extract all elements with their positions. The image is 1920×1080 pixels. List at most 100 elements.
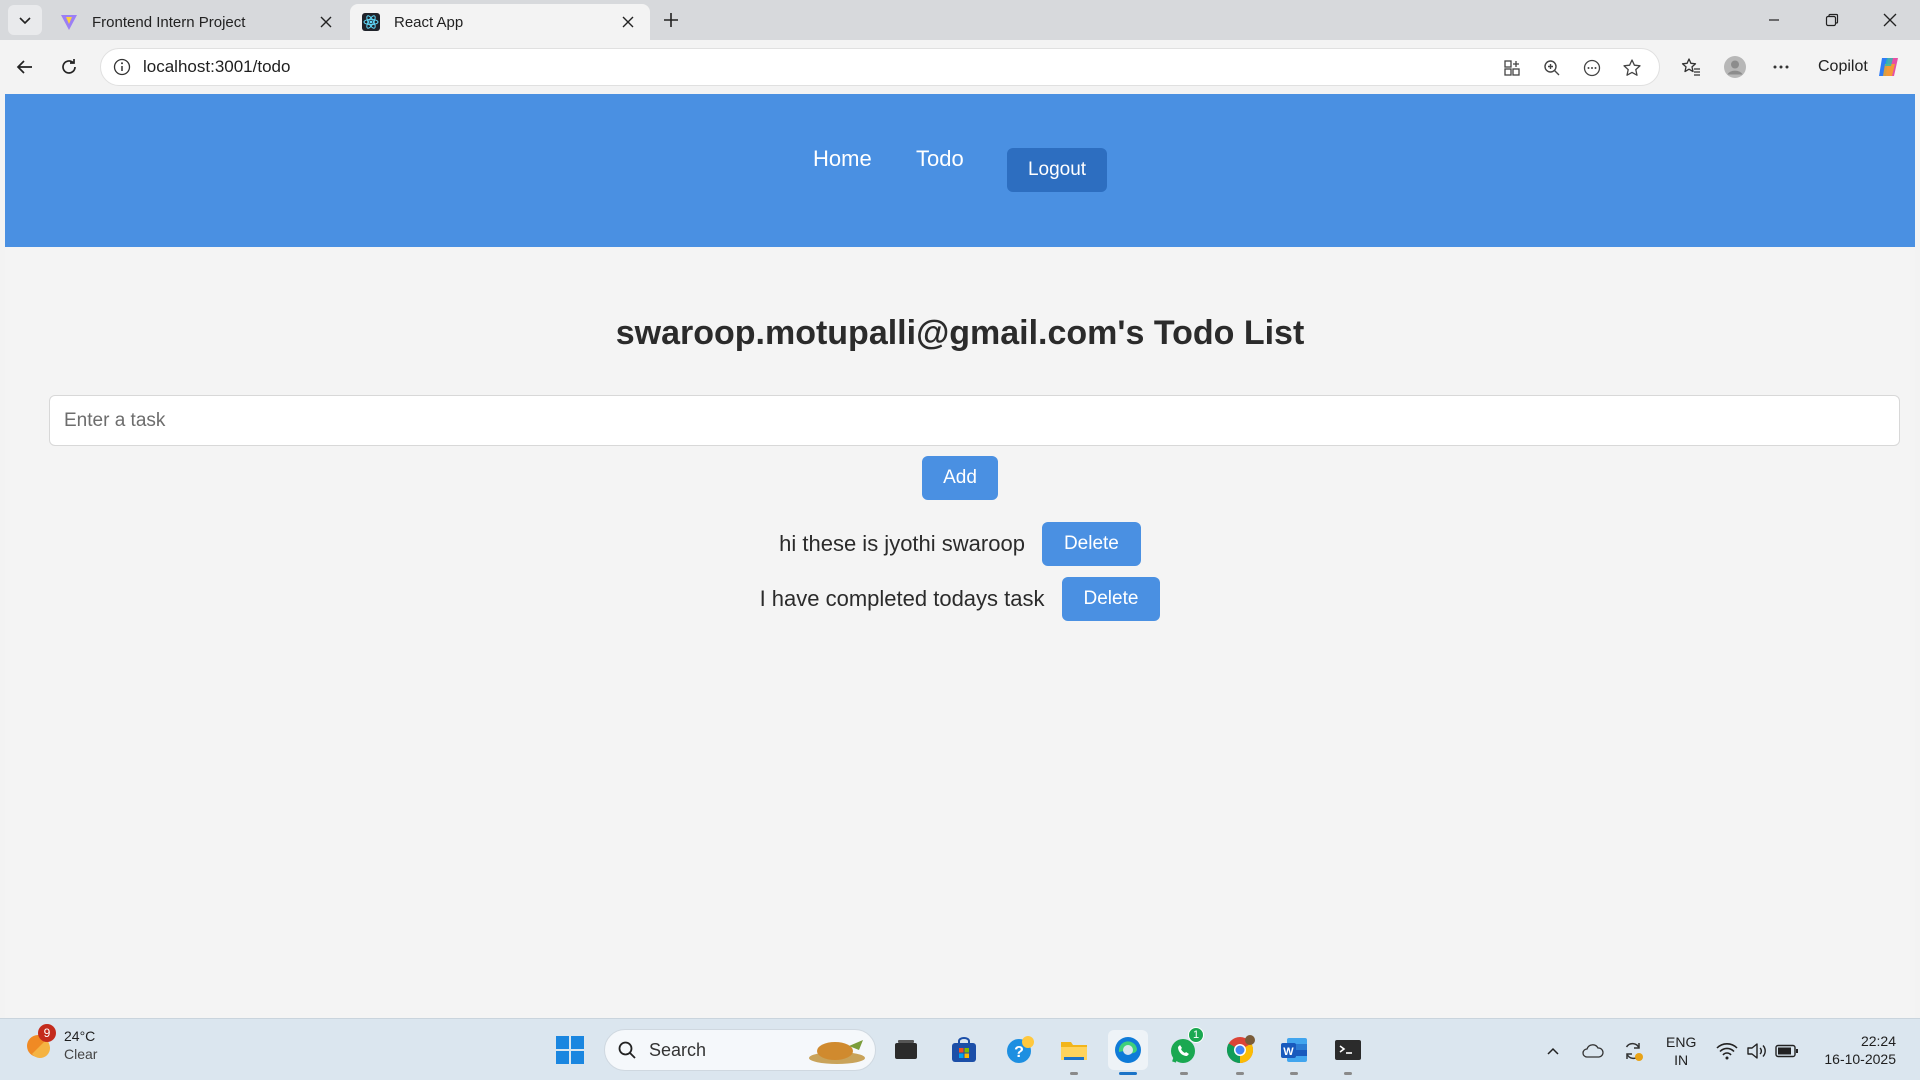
search-icon [618, 1041, 636, 1059]
delete-button[interactable]: Delete [1041, 522, 1141, 566]
browser-tab-strip: Frontend Intern Project React App [0, 0, 1920, 40]
chrome-icon [1226, 1035, 1255, 1064]
new-tab-button[interactable] [656, 6, 686, 34]
plus-icon [664, 13, 678, 27]
notification-badge: 1 [1188, 1027, 1204, 1043]
speaker-icon [1747, 1043, 1766, 1059]
sync-tray[interactable] [1620, 1038, 1646, 1064]
region-code: IN [1674, 1052, 1689, 1068]
app-available-icon[interactable] [1495, 51, 1529, 85]
close-icon[interactable] [316, 12, 336, 32]
help-icon: ? [1007, 1036, 1034, 1063]
todo-text: I have completed todays task [759, 586, 1045, 611]
list-item: I have completed todays task Delete [5, 577, 1915, 621]
system-clock[interactable]: 22:24 16-10-2025 [1816, 1032, 1896, 1068]
language-code: ENG [1666, 1034, 1697, 1050]
sync-icon [1625, 1042, 1643, 1061]
vite-icon [60, 13, 78, 31]
favorites-icon [1681, 58, 1700, 76]
running-indicator [1180, 1072, 1188, 1075]
taskbar-search[interactable]: Search [604, 1029, 876, 1071]
battery-icon [1775, 1044, 1798, 1058]
tab-frontend-intern-project[interactable]: Frontend Intern Project [48, 4, 348, 40]
terminal-app[interactable] [1328, 1030, 1368, 1075]
profile-button[interactable] [1718, 50, 1752, 84]
file-explorer-app[interactable] [1054, 1030, 1094, 1075]
weather-widget[interactable]: 9 24°C Clear [22, 1024, 98, 1063]
show-hidden-icons-button[interactable] [1540, 1038, 1566, 1064]
word-app[interactable]: W [1274, 1030, 1314, 1075]
search-label: Search [649, 1039, 707, 1060]
battery-tray[interactable] [1774, 1038, 1800, 1064]
chevron-down-icon [19, 17, 31, 25]
task-input[interactable] [49, 395, 1900, 446]
search-highlight-icon [809, 1040, 865, 1064]
windows-logo-icon [556, 1036, 584, 1064]
svg-text:W: W [1283, 1046, 1294, 1058]
logout-button[interactable]: Logout [1007, 148, 1107, 192]
minimize-button[interactable] [1746, 0, 1802, 40]
zoom-icon[interactable] [1535, 51, 1569, 85]
weather-icon: 9 [22, 1024, 56, 1062]
page-title: swaroop.motupalli@gmail.com's Todo List [615, 314, 1305, 352]
help-app[interactable]: ? [1000, 1030, 1040, 1070]
windows-taskbar: 9 24°C Clear Search ? 1 W ENG IN 22:24 1… [0, 1018, 1920, 1080]
running-indicator [1290, 1072, 1298, 1075]
input-language[interactable]: ENG IN [1666, 1033, 1696, 1069]
edge-icon [1115, 1037, 1141, 1063]
list-item: hi these is jyothi swaroop Delete [5, 522, 1915, 566]
task-view-icon [895, 1040, 917, 1059]
whatsapp-app[interactable]: 1 [1164, 1027, 1204, 1075]
store-icon [952, 1037, 976, 1062]
copilot-label: Copilot [1818, 58, 1868, 75]
more-horizontal-icon [1773, 65, 1789, 69]
close-icon[interactable] [618, 12, 638, 32]
wifi-icon [1716, 1043, 1738, 1060]
reading-view-icon[interactable] [1575, 51, 1609, 85]
tab-actions-menu-button[interactable] [8, 5, 42, 35]
microsoft-store-app[interactable] [944, 1030, 984, 1070]
task-view-button[interactable] [886, 1030, 926, 1070]
url-text[interactable]: localhost:3001/todo [143, 57, 290, 77]
copilot-button[interactable]: Copilot [1808, 48, 1914, 86]
volume-tray[interactable] [1744, 1038, 1770, 1064]
folder-icon [1061, 1042, 1087, 1060]
app-navbar: Home Todo Logout [5, 94, 1915, 247]
running-indicator [1236, 1072, 1244, 1075]
back-button[interactable] [8, 50, 42, 84]
address-bar[interactable]: localhost:3001/todo [100, 48, 1660, 86]
nav-todo-link[interactable]: Todo [916, 146, 964, 172]
terminal-icon [1335, 1040, 1361, 1060]
favorites-button[interactable] [1674, 50, 1708, 84]
onedrive-tray[interactable] [1580, 1038, 1606, 1064]
react-icon [362, 13, 380, 31]
chevron-up-icon [1547, 1047, 1559, 1055]
weather-temperature: 24°C [64, 1028, 96, 1044]
close-window-button[interactable] [1862, 0, 1918, 40]
running-indicator [1344, 1072, 1352, 1075]
cloud-icon [1582, 1044, 1604, 1058]
close-icon [1883, 13, 1897, 27]
start-button[interactable] [552, 1032, 588, 1068]
tab-title: React App [394, 13, 464, 31]
refresh-button[interactable] [52, 50, 86, 84]
restore-button[interactable] [1804, 0, 1860, 40]
settings-more-button[interactable] [1764, 50, 1798, 84]
browser-toolbar: localhost:3001/todo Copilot [0, 40, 1920, 94]
copilot-icon [1878, 58, 1898, 76]
weather-condition: Clear [64, 1046, 98, 1062]
page-viewport: Home Todo Logout swaroop.motupalli@gmail… [5, 94, 1915, 1018]
chrome-app[interactable] [1220, 1030, 1260, 1075]
delete-button[interactable]: Delete [1061, 577, 1161, 621]
clock-time: 22:24 [1860, 1033, 1896, 1049]
add-task-button[interactable]: Add [922, 456, 998, 500]
network-tray[interactable] [1714, 1038, 1740, 1064]
address-bar-actions [1495, 51, 1649, 85]
minimize-icon [1769, 19, 1779, 21]
nav-home-link[interactable]: Home [813, 146, 872, 172]
edge-browser-app[interactable] [1108, 1030, 1148, 1075]
tab-react-app[interactable]: React App [350, 4, 650, 40]
active-indicator [1119, 1072, 1137, 1075]
favorite-star-icon[interactable] [1615, 51, 1649, 85]
info-icon[interactable] [113, 58, 131, 76]
